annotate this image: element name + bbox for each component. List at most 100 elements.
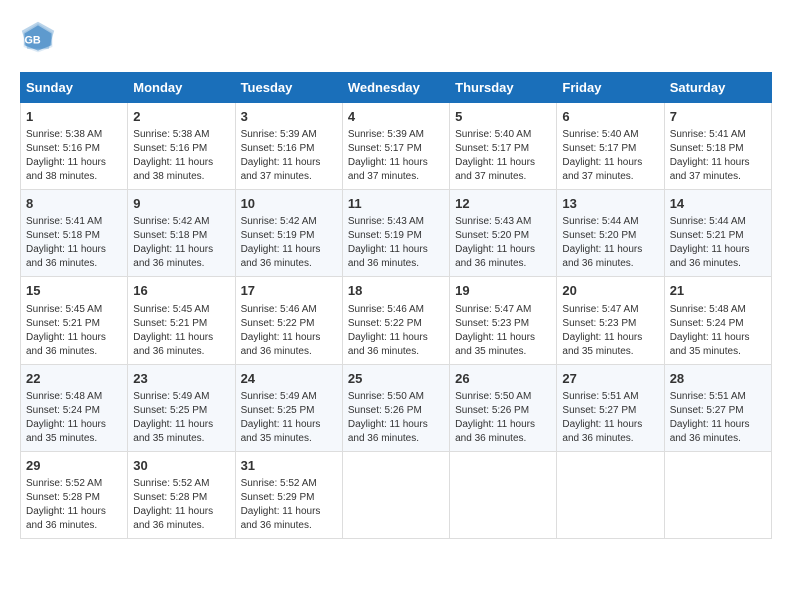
weekday-header-tuesday: Tuesday: [235, 73, 342, 103]
weekday-header-wednesday: Wednesday: [342, 73, 449, 103]
empty-cell: [557, 451, 664, 538]
day-number: 18: [348, 282, 444, 300]
day-cell-18: 18Sunrise: 5:46 AM Sunset: 5:22 PM Dayli…: [342, 277, 449, 364]
day-info: Sunrise: 5:51 AM Sunset: 5:27 PM Dayligh…: [562, 390, 658, 446]
logo-icon: GB: [20, 20, 56, 56]
day-number: 25: [348, 370, 444, 388]
day-info: Sunrise: 5:48 AM Sunset: 5:24 PM Dayligh…: [26, 390, 122, 446]
day-info: Sunrise: 5:42 AM Sunset: 5:19 PM Dayligh…: [241, 215, 337, 271]
day-number: 13: [562, 195, 658, 213]
day-number: 7: [670, 108, 766, 126]
day-number: 10: [241, 195, 337, 213]
day-info: Sunrise: 5:49 AM Sunset: 5:25 PM Dayligh…: [241, 390, 337, 446]
day-number: 30: [133, 457, 229, 475]
day-cell-10: 10 Sunrise: 5:42 AM Sunset: 5:19 PM Dayli…: [235, 190, 342, 277]
day-cell-26: 26 Sunrise: 5:50 AM Sunset: 5:26 PM Dayli…: [450, 364, 557, 451]
day-number: 11: [348, 195, 444, 213]
empty-cell: [450, 451, 557, 538]
day-cell-31: 31 Sunrise: 5:52 AM Sunset: 5:29 PM Dayli…: [235, 451, 342, 538]
day-cell-2: 2 Sunrise: 5:38 AM Sunset: 5:16 PM Daylig…: [128, 103, 235, 190]
day-number: 12: [455, 195, 551, 213]
day-cell-1: 1Sunrise: 5:38 AM Sunset: 5:16 PM Daylig…: [21, 103, 128, 190]
day-cell-8: 8 Sunrise: 5:41 AM Sunset: 5:18 PM Daylig…: [21, 190, 128, 277]
day-info: Sunrise: 5:47 AM Sunset: 5:23 PM Dayligh…: [562, 303, 658, 359]
day-info: Sunrise: 5:48 AM Sunset: 5:24 PM Dayligh…: [670, 303, 766, 359]
day-info: Sunrise: 5:51 AM Sunset: 5:27 PM Dayligh…: [670, 390, 766, 446]
empty-cell: [342, 451, 449, 538]
day-cell-17: 17 Sunrise: 5:46 AM Sunset: 5:22 PM Dayli…: [235, 277, 342, 364]
day-info: Sunrise: 5:44 AM Sunset: 5:20 PM Dayligh…: [562, 215, 658, 271]
day-info: Sunrise: 5:41 AM Sunset: 5:18 PM Dayligh…: [670, 128, 766, 184]
day-info: Sunrise: 5:38 AM Sunset: 5:16 PM Dayligh…: [133, 128, 229, 184]
day-number: 8: [26, 195, 122, 213]
day-cell-21: 21 Sunrise: 5:48 AM Sunset: 5:24 PM Dayli…: [664, 277, 771, 364]
day-info: Sunrise: 5:49 AM Sunset: 5:25 PM Dayligh…: [133, 390, 229, 446]
calendar-body: 1 Sunrise: 5:38 AM Sunset: 5:16 PM Daylig…: [21, 103, 772, 539]
weekday-header-saturday: Saturday: [664, 73, 771, 103]
day-cell-16: 16Sunrise: 5:45 AM Sunset: 5:21 PM Dayli…: [128, 277, 235, 364]
weekday-header-friday: Friday: [557, 73, 664, 103]
week-row-4: 29 Sunrise: 5:52 AM Sunset: 5:28 PM Dayli…: [21, 451, 772, 538]
day-number: 6: [562, 108, 658, 126]
day-cell-7: 7 Sunrise: 5:41 AM Sunset: 5:18 PM Daylig…: [664, 103, 771, 190]
page-header: GB: [20, 20, 772, 56]
weekday-header-sunday: Sunday: [21, 73, 128, 103]
day-info: Sunrise: 5:44 AM Sunset: 5:21 PM Dayligh…: [670, 215, 766, 271]
day-cell-13: 13 Sunrise: 5:44 AM Sunset: 5:20 PM Dayli…: [557, 190, 664, 277]
day-number: 3: [241, 108, 337, 126]
svg-text:GB: GB: [25, 34, 41, 46]
day-cell-25: 25Sunrise: 5:50 AM Sunset: 5:26 PM Dayli…: [342, 364, 449, 451]
day-cell-23: 23 Sunrise: 5:49 AM Sunset: 5:25 PM Dayli…: [128, 364, 235, 451]
day-number: 9: [133, 195, 229, 213]
day-number: 31: [241, 457, 337, 475]
day-number: 24: [241, 370, 337, 388]
logo: GB: [20, 20, 62, 56]
day-info: Sunrise: 5:43 AM Sunset: 5:19 PM Dayligh…: [348, 215, 444, 271]
day-number: 15: [26, 282, 122, 300]
day-number: 29: [26, 457, 122, 475]
day-number: 26: [455, 370, 551, 388]
day-info: Sunrise: 5:50 AM Sunset: 5:26 PM Dayligh…: [455, 390, 551, 446]
week-row-1: 8 Sunrise: 5:41 AM Sunset: 5:18 PM Daylig…: [21, 190, 772, 277]
day-number: 28: [670, 370, 766, 388]
day-cell-3: 3 Sunrise: 5:39 AM Sunset: 5:16 PM Daylig…: [235, 103, 342, 190]
day-cell-22: 22 Sunrise: 5:48 AM Sunset: 5:24 PM Dayli…: [21, 364, 128, 451]
day-cell-9: 9 Sunrise: 5:42 AM Sunset: 5:18 PM Daylig…: [128, 190, 235, 277]
day-info: Sunrise: 5:43 AM Sunset: 5:20 PM Dayligh…: [455, 215, 551, 271]
week-row-0: 1 Sunrise: 5:38 AM Sunset: 5:16 PM Daylig…: [21, 103, 772, 190]
day-info: Sunrise: 5:42 AM Sunset: 5:18 PM Dayligh…: [133, 215, 229, 271]
day-cell-11: 11 Sunrise: 5:43 AM Sunset: 5:19 PM Dayli…: [342, 190, 449, 277]
day-info: Sunrise: 5:52 AM Sunset: 5:29 PM Dayligh…: [241, 477, 337, 533]
day-number: 16: [133, 282, 229, 300]
weekday-header-monday: Monday: [128, 73, 235, 103]
day-number: 4: [348, 108, 444, 126]
calendar-header: SundayMondayTuesdayWednesdayThursdayFrid…: [21, 73, 772, 103]
calendar-table: SundayMondayTuesdayWednesdayThursdayFrid…: [20, 72, 772, 539]
day-number: 20: [562, 282, 658, 300]
day-number: 22: [26, 370, 122, 388]
day-number: 17: [241, 282, 337, 300]
day-number: 2: [133, 108, 229, 126]
day-info: Sunrise: 5:45 AM Sunset: 5:21 PM Dayligh…: [26, 303, 122, 359]
day-number: 23: [133, 370, 229, 388]
day-info: Sunrise: 5:40 AM Sunset: 5:17 PM Dayligh…: [455, 128, 551, 184]
day-cell-14: 14Sunrise: 5:44 AM Sunset: 5:21 PM Dayli…: [664, 190, 771, 277]
day-info: Sunrise: 5:40 AM Sunset: 5:17 PM Dayligh…: [562, 128, 658, 184]
day-cell-20: 20 Sunrise: 5:47 AM Sunset: 5:23 PM Dayli…: [557, 277, 664, 364]
day-info: Sunrise: 5:47 AM Sunset: 5:23 PM Dayligh…: [455, 303, 551, 359]
day-cell-24: 24 Sunrise: 5:49 AM Sunset: 5:25 PM Dayli…: [235, 364, 342, 451]
empty-cell: [664, 451, 771, 538]
day-info: Sunrise: 5:46 AM Sunset: 5:22 PM Dayligh…: [241, 303, 337, 359]
day-number: 21: [670, 282, 766, 300]
day-cell-19: 19Sunrise: 5:47 AM Sunset: 5:23 PM Dayli…: [450, 277, 557, 364]
week-row-3: 22 Sunrise: 5:48 AM Sunset: 5:24 PM Dayli…: [21, 364, 772, 451]
day-info: Sunrise: 5:41 AM Sunset: 5:18 PM Dayligh…: [26, 215, 122, 271]
day-info: Sunrise: 5:39 AM Sunset: 5:17 PM Dayligh…: [348, 128, 444, 184]
day-number: 1: [26, 108, 122, 126]
day-info: Sunrise: 5:52 AM Sunset: 5:28 PM Dayligh…: [26, 477, 122, 533]
day-info: Sunrise: 5:39 AM Sunset: 5:16 PM Dayligh…: [241, 128, 337, 184]
weekday-header-thursday: Thursday: [450, 73, 557, 103]
day-cell-15: 15 Sunrise: 5:45 AM Sunset: 5:21 PM Dayli…: [21, 277, 128, 364]
day-cell-29: 29 Sunrise: 5:52 AM Sunset: 5:28 PM Dayli…: [21, 451, 128, 538]
week-row-2: 15 Sunrise: 5:45 AM Sunset: 5:21 PM Dayli…: [21, 277, 772, 364]
